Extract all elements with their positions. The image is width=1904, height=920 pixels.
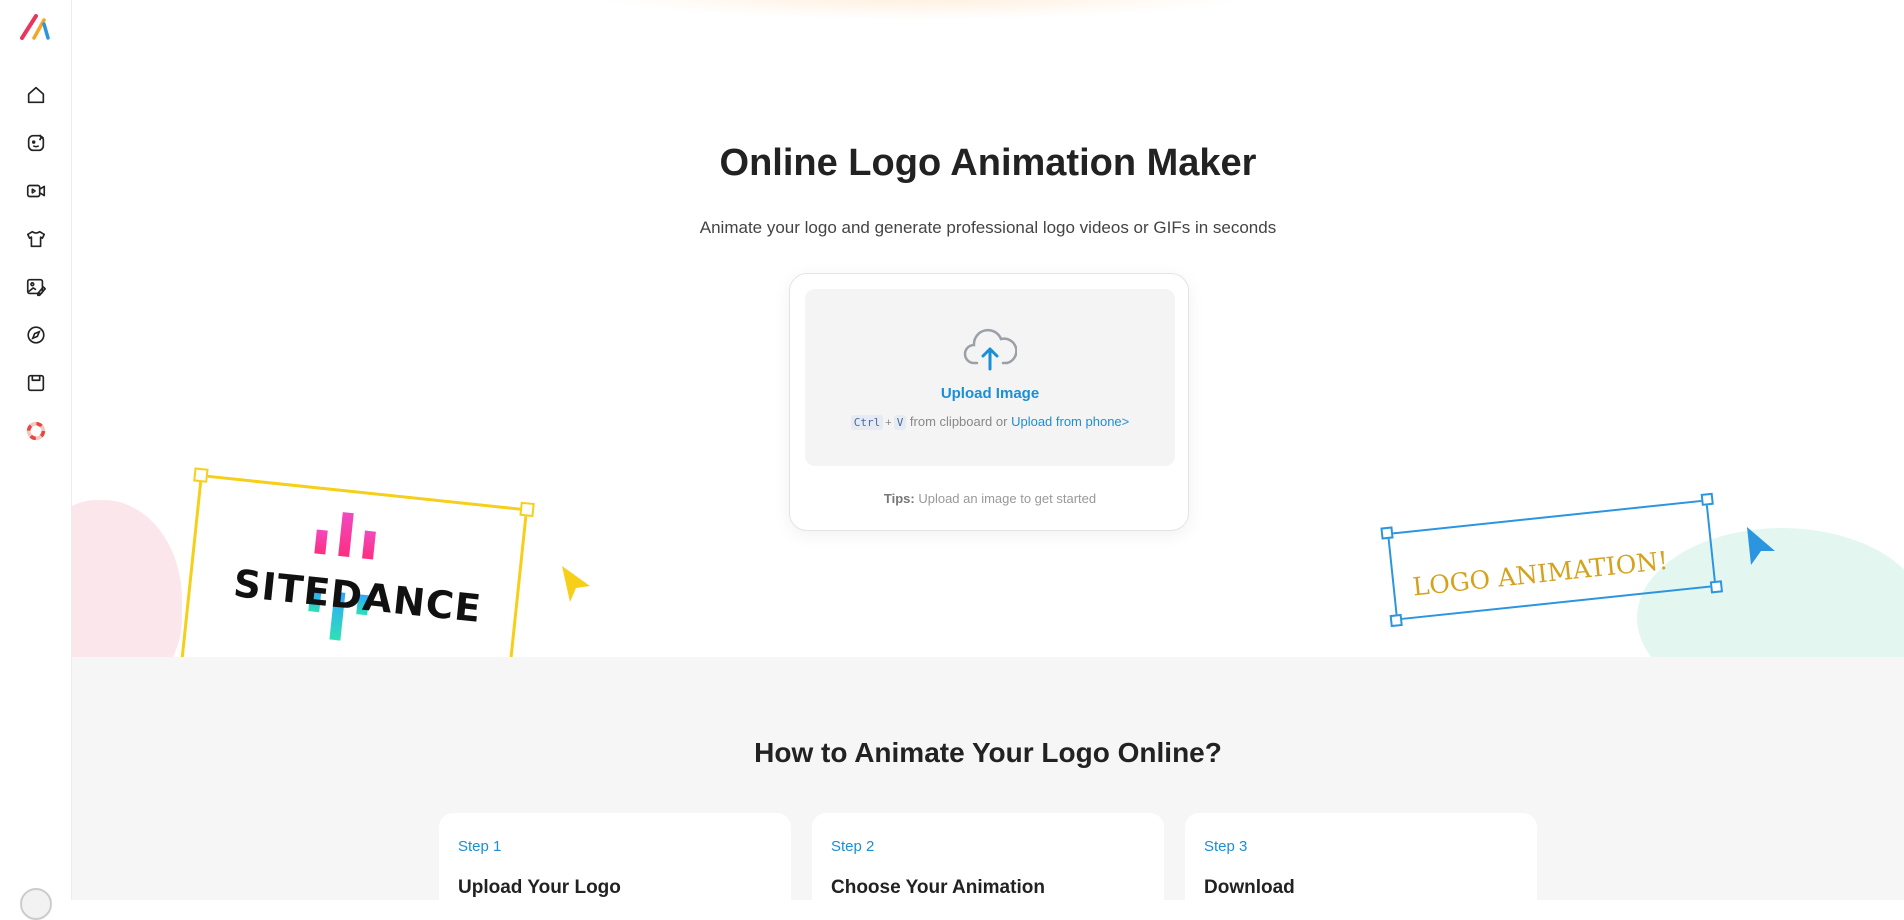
nav-video[interactable] xyxy=(22,177,50,205)
nav-image-edit[interactable] xyxy=(22,273,50,301)
frame-handle xyxy=(193,467,209,483)
step-name: Upload Your Logo xyxy=(458,877,621,898)
nav-ai-face[interactable] xyxy=(22,129,50,157)
kbd-plus: + xyxy=(885,417,892,429)
help-ring-icon xyxy=(26,421,46,441)
app-logo[interactable] xyxy=(20,14,52,40)
frame-handle xyxy=(1380,526,1394,540)
home-icon xyxy=(27,86,45,104)
cloud-upload-icon xyxy=(963,328,1017,371)
cursor-arrow-icon xyxy=(562,566,590,602)
logo-animation-text: LOGO ANIMATION! xyxy=(1411,545,1670,602)
kbd-v: V xyxy=(893,415,907,430)
step-name: Choose Your Animation xyxy=(831,877,1045,898)
step-card: Step 1 Upload Your Logo xyxy=(439,813,791,900)
step-card: Step 2 Choose Your Animation xyxy=(812,813,1164,900)
ai-face-icon xyxy=(27,134,45,152)
step-card: Step 3 Download xyxy=(1185,813,1537,900)
video-icon xyxy=(26,184,46,198)
image-edit-icon xyxy=(26,278,46,297)
sidebar xyxy=(0,0,72,920)
nav-saved[interactable] xyxy=(22,369,50,397)
page-subtitle: Animate your logo and generate professio… xyxy=(699,218,1277,237)
frame-handle xyxy=(1709,580,1724,594)
upload-hint: Ctrl + V from clipboard or Upload from pho… xyxy=(805,414,1175,430)
upload-image-label: Upload Image xyxy=(940,385,1040,402)
clipboard-hint: from clipboard or xyxy=(906,414,1012,429)
decorative-blob-pink xyxy=(72,500,182,657)
save-icon xyxy=(27,374,45,392)
upload-dropzone[interactable]: Upload Image Ctrl + V from clipboard or Up… xyxy=(805,289,1175,466)
nav-explore[interactable] xyxy=(22,321,50,349)
tips-content: Upload an image to get started xyxy=(914,491,1097,506)
how-to-title: How to Animate Your Logo Online? xyxy=(754,737,1222,768)
how-to-section: How to Animate Your Logo Online? Step 1 … xyxy=(72,657,1904,900)
tips-text: Tips: Upload an image to get started xyxy=(790,491,1190,506)
step-name: Download xyxy=(1204,877,1295,898)
page-title: Online Logo Animation Maker xyxy=(719,142,1257,184)
frame-handle xyxy=(519,501,535,518)
nav-tshirt[interactable] xyxy=(22,225,50,253)
nav-help[interactable] xyxy=(22,417,50,445)
tips-label: Tips: xyxy=(883,491,915,506)
cursor-arrow-icon xyxy=(1747,527,1775,565)
step-number: Step 2 xyxy=(831,838,875,855)
step-number: Step 3 xyxy=(1204,838,1248,855)
tshirt-icon xyxy=(26,230,46,248)
hero-section: Online Logo Animation Maker Animate your… xyxy=(72,0,1904,657)
nav-home[interactable] xyxy=(22,81,50,109)
step-number: Step 1 xyxy=(458,838,502,855)
upload-card: Upload Image Ctrl + V from clipboard or Up… xyxy=(789,273,1189,531)
upload-from-phone-link[interactable]: Upload from phone> xyxy=(1011,414,1129,429)
sitedance-logo-frame: SITEDANCE xyxy=(174,467,535,657)
hero-glow xyxy=(572,0,1272,20)
kbd-ctrl: Ctrl xyxy=(850,415,884,430)
compass-icon xyxy=(27,326,45,344)
frame-handle xyxy=(1700,492,1714,506)
main-content: Online Logo Animation Maker Animate your… xyxy=(72,0,1904,900)
frame-handle xyxy=(1389,613,1403,628)
user-avatar[interactable] xyxy=(20,888,52,920)
